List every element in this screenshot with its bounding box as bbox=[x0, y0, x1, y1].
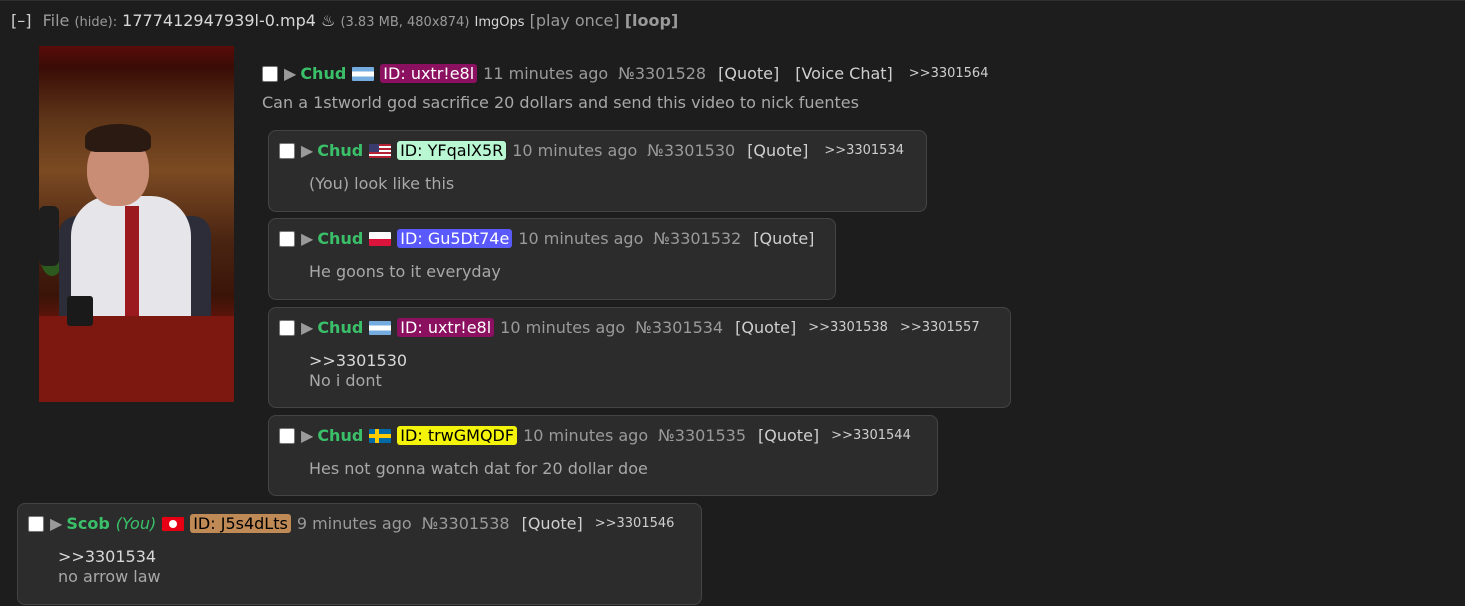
backlink[interactable]: >>3301538 bbox=[808, 320, 888, 335]
post-number[interactable]: №3301535 bbox=[658, 426, 746, 445]
post-message: He goons to it everyday bbox=[309, 262, 501, 281]
post-menu-arrow-icon[interactable]: ▶ bbox=[284, 64, 296, 83]
reply-post: ▶ Chud ID: trwGMQDF 10 minutes ago №3301… bbox=[268, 415, 938, 496]
tie-shape bbox=[125, 206, 139, 316]
post-checkbox[interactable] bbox=[262, 65, 278, 82]
post-body: Hes not gonna watch dat for 20 dollar do… bbox=[309, 459, 927, 479]
quote-link[interactable]: [Quote] bbox=[747, 141, 808, 160]
desk-shape bbox=[39, 316, 234, 402]
post-checkbox[interactable] bbox=[279, 427, 295, 444]
poland-flag-icon bbox=[369, 231, 392, 246]
post-body: >>3301530 No i dont bbox=[309, 351, 1000, 391]
poster-id[interactable]: ID: uxtr!e8l bbox=[397, 318, 495, 337]
post-time: 10 minutes ago bbox=[500, 318, 626, 337]
post-menu-arrow-icon[interactable]: ▶ bbox=[301, 318, 313, 337]
voice-chat-link[interactable]: [Voice Chat] bbox=[795, 64, 893, 83]
reply-post: ▶ Chud ID: uxtr!e8l 10 minutes ago №3301… bbox=[268, 307, 1011, 408]
file-name-link[interactable]: 1777412947939l-0.mp4 bbox=[122, 11, 316, 30]
post-menu-arrow-icon[interactable]: ▶ bbox=[50, 514, 62, 533]
file-size-info: (3.83 MB, 480x874) bbox=[340, 15, 470, 30]
post-body: He goons to it everyday bbox=[309, 262, 825, 282]
quote-link[interactable]: [Quote] bbox=[522, 514, 583, 533]
poster-name: Chud bbox=[317, 141, 364, 160]
poster-name: Chud bbox=[300, 64, 347, 83]
backlink[interactable]: >>3301564 bbox=[909, 66, 989, 81]
post-number[interactable]: №3301538 bbox=[422, 514, 510, 533]
reply-post: ▶ Chud ID: YFqalX5R 10 minutes ago №3301… bbox=[268, 130, 927, 212]
post-time: 10 minutes ago bbox=[523, 426, 649, 445]
post-number[interactable]: №3301528 bbox=[618, 64, 706, 83]
post-time: 9 minutes ago bbox=[296, 514, 412, 533]
quote-link[interactable]: [Quote] bbox=[758, 426, 819, 445]
quote-link[interactable]: [Quote] bbox=[718, 64, 779, 83]
quote-link[interactable]: [Quote] bbox=[735, 318, 796, 337]
webm-icon[interactable]: ♨ bbox=[321, 11, 335, 30]
backlink[interactable]: >>3301557 bbox=[900, 320, 980, 335]
poster-id[interactable]: ID: trwGMQDF bbox=[397, 426, 518, 445]
post-menu-arrow-icon[interactable]: ▶ bbox=[301, 426, 313, 445]
video-thumbnail[interactable] bbox=[39, 46, 234, 402]
post-checkbox[interactable] bbox=[279, 142, 295, 159]
op-header: ▶ Chud ID: uxtr!e8l 11 minutes ago №3301… bbox=[262, 64, 1000, 83]
quote-reference-link[interactable]: >>3301530 bbox=[309, 351, 1000, 371]
post-checkbox[interactable] bbox=[279, 319, 295, 336]
top-divider bbox=[0, 0, 1465, 1]
op-post: ▶ Chud ID: uxtr!e8l 11 minutes ago №3301… bbox=[262, 64, 1000, 112]
hide-link[interactable]: (hide): bbox=[74, 15, 117, 30]
tunisia-flag-icon bbox=[162, 516, 185, 531]
backlink[interactable]: >>3301544 bbox=[831, 428, 911, 443]
usa-flag-icon bbox=[369, 143, 392, 158]
post-number[interactable]: №3301532 bbox=[653, 229, 741, 248]
microphone-shape bbox=[39, 206, 59, 266]
post-menu-arrow-icon[interactable]: ▶ bbox=[301, 229, 313, 248]
reply-header: ▶ Chud ID: Gu5Dt74e 10 minutes ago №3301… bbox=[279, 229, 825, 248]
reply-header: ▶ Chud ID: trwGMQDF 10 minutes ago №3301… bbox=[279, 426, 927, 445]
post-message: No i dont bbox=[309, 371, 382, 390]
post-message: Can a 1stworld god sacrifice 20 dollars … bbox=[262, 93, 859, 112]
reply-header: ▶ Chud ID: uxtr!e8l 10 minutes ago №3301… bbox=[279, 318, 1000, 337]
poster-id[interactable]: ID: J5s4dLts bbox=[190, 514, 291, 533]
reply-header: ▶ Chud ID: YFqalX5R 10 minutes ago №3301… bbox=[279, 141, 916, 160]
poster-id[interactable]: ID: Gu5Dt74e bbox=[397, 229, 513, 248]
post-message: Hes not gonna watch dat for 20 dollar do… bbox=[309, 459, 648, 478]
file-label: File bbox=[42, 11, 70, 30]
argentina-flag-icon bbox=[369, 320, 392, 335]
backlink[interactable]: >>3301534 bbox=[824, 143, 904, 158]
play-once-link[interactable]: [play once] bbox=[530, 11, 620, 30]
quote-reference-link[interactable]: >>3301534 bbox=[58, 547, 691, 567]
post-time: 10 minutes ago bbox=[512, 141, 638, 160]
post-time: 11 minutes ago bbox=[483, 64, 609, 83]
file-info-bar: [–] File (hide): 1777412947939l-0.mp4 ♨ … bbox=[11, 11, 678, 30]
post-message: no arrow law bbox=[58, 567, 161, 586]
hair-shape bbox=[85, 124, 151, 152]
own-reply-post: ▶ Scob (You) ID: J5s4dLts 9 minutes ago … bbox=[17, 503, 702, 605]
post-number[interactable]: №3301534 bbox=[635, 318, 723, 337]
reply-header: ▶ Scob (You) ID: J5s4dLts 9 minutes ago … bbox=[28, 514, 691, 533]
mug-shape bbox=[67, 296, 93, 326]
poster-name: Chud bbox=[317, 318, 364, 337]
post-time: 10 minutes ago bbox=[518, 229, 644, 248]
reply-post: ▶ Chud ID: Gu5Dt74e 10 minutes ago №3301… bbox=[268, 218, 836, 300]
collapse-toggle[interactable]: [–] bbox=[11, 11, 31, 30]
quote-link[interactable]: [Quote] bbox=[753, 229, 814, 248]
sweden-flag-icon bbox=[369, 428, 392, 443]
argentina-flag-icon bbox=[352, 66, 375, 81]
post-checkbox[interactable] bbox=[28, 515, 44, 532]
post-message: (You) look like this bbox=[309, 174, 455, 193]
poster-name: Chud bbox=[317, 229, 364, 248]
post-checkbox[interactable] bbox=[279, 230, 295, 247]
poster-id[interactable]: ID: YFqalX5R bbox=[397, 141, 507, 160]
imgops-link[interactable]: ImgOps bbox=[475, 15, 525, 30]
post-menu-arrow-icon[interactable]: ▶ bbox=[301, 141, 313, 160]
loop-link[interactable]: [loop] bbox=[625, 11, 679, 30]
post-body: (You) look like this bbox=[309, 174, 916, 194]
poster-name: Scob bbox=[66, 514, 110, 533]
poster-id[interactable]: ID: uxtr!e8l bbox=[380, 64, 478, 83]
post-number[interactable]: №3301530 bbox=[647, 141, 735, 160]
poster-name: Chud bbox=[317, 426, 364, 445]
backlink[interactable]: >>3301546 bbox=[595, 516, 675, 531]
you-marker: (You) bbox=[115, 514, 157, 533]
post-body: >>3301534 no arrow law bbox=[58, 547, 691, 587]
